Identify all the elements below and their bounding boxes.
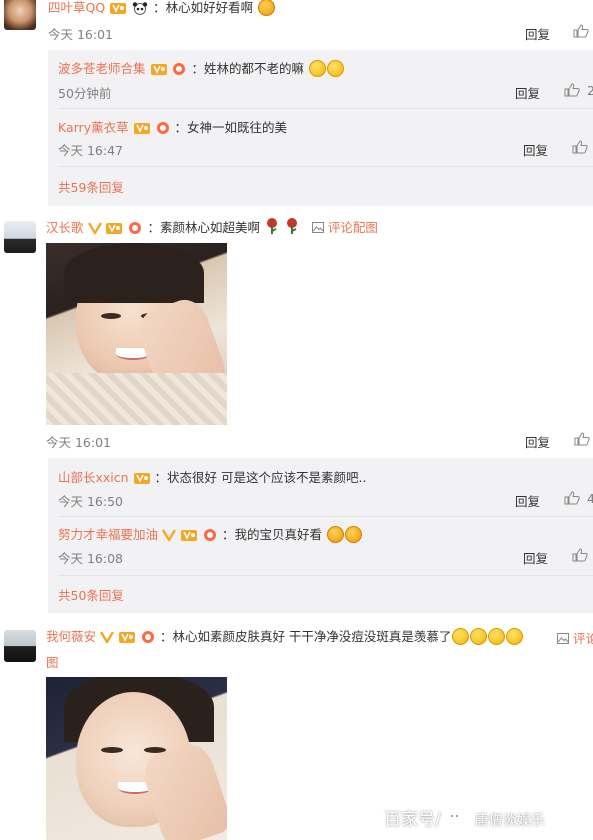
comment-photo[interactable] (46, 243, 227, 425)
reply-text: ：女神一如既往的美 (174, 120, 288, 135)
reply-text: ：我的宝贝真好看 (221, 527, 322, 542)
reply-list: 波多苍老师合集 ：姓林的都不老的嘛 50分钟前 回复 2 Karry薰衣草 ：女… (48, 50, 593, 206)
photo-sweater (46, 373, 227, 425)
divider (58, 575, 593, 576)
avatar[interactable] (4, 221, 36, 253)
comment-picture-label-wrap[interactable]: 图 (46, 652, 59, 671)
image-icon (311, 222, 324, 233)
divider (58, 108, 593, 109)
like-icon[interactable] (572, 548, 588, 565)
level-badge-icon (127, 221, 143, 238)
heart-eyes-emoji-icon (344, 526, 362, 543)
envious-emoji-icon (470, 628, 488, 645)
reply-time: 今天 16:08 (58, 551, 123, 566)
reply-line: 山部长xxicn ：状态很好 可是这个应该不是素颜吧.. (58, 467, 366, 488)
avatar[interactable] (4, 0, 36, 30)
comment-text: ：素颜林心如超美啊 (147, 220, 260, 235)
vip-badge-icon (133, 471, 151, 488)
envious-emoji-icon (488, 628, 506, 645)
divider (58, 516, 593, 517)
like-count: 2 (587, 83, 593, 98)
comment-text: ：林心如素颜皮肤真好 干干净净没痘没斑真是羡慕了 (159, 629, 452, 644)
vip-badge-icon (109, 1, 127, 18)
view-all-replies-link[interactable]: 共59条回复 (58, 177, 124, 196)
like-icon[interactable] (572, 140, 588, 157)
reply-time: 50分钟前 (58, 86, 112, 101)
reply-text: ：姓林的都不老的嘛 (191, 61, 304, 76)
reply-username[interactable]: 波多苍老师合集 (58, 61, 146, 76)
vip-badge-icon (105, 221, 123, 238)
heart-eyes-emoji-icon (258, 0, 276, 16)
laugh-cry-emoji-icon (326, 60, 344, 77)
level-badge-icon (202, 528, 218, 545)
comment-username[interactable]: 汉长歌 (46, 220, 84, 235)
reply-line: Karry薰衣草 ：女神一如既往的美 (58, 117, 287, 138)
image-icon (557, 633, 569, 644)
view-all-replies-link[interactable]: 共50条回复 (58, 585, 124, 604)
watermark-left-text: 百家号/ (384, 810, 441, 830)
comment-line: 汉长歌 ：素颜林心如超美啊 评论配图 (46, 217, 378, 238)
reply-button[interactable]: 回复 (523, 548, 548, 567)
laugh-cry-emoji-icon (308, 60, 326, 77)
reply-text: ：状态很好 可是这个应该不是素颜吧.. (154, 470, 367, 485)
watermark-right-text: 唐僧谈娱乐 (474, 813, 545, 829)
photo-eye (101, 313, 121, 319)
reply-button[interactable]: 回复 (515, 491, 540, 510)
rose-icon (284, 217, 300, 238)
reply-line: 波多苍老师合集 ：姓林的都不老的嘛 (58, 58, 344, 79)
like-count: 4 (587, 491, 593, 506)
level-badge-icon (171, 62, 187, 79)
comment-picture-label: 评论 (572, 631, 593, 646)
wechat-logo-icon (445, 808, 471, 831)
reply-button[interactable]: 回复 (523, 140, 548, 159)
reply-username[interactable]: Karry薰衣草 (58, 120, 129, 135)
reply-button[interactable]: 回复 (525, 24, 550, 43)
rose-icon (264, 217, 280, 238)
like-icon[interactable] (564, 83, 580, 100)
envious-emoji-icon (506, 628, 524, 645)
comment-text: ：林心如好好看啊 (153, 0, 254, 15)
comment-picture-button[interactable]: 评论 (557, 628, 593, 647)
comment-line: 我何薇安 ：林心如素颜皮肤真好 干干净净没痘没斑真是羡慕了 (46, 626, 593, 647)
vip-badge-icon (118, 630, 136, 647)
reply-button[interactable]: 回复 (525, 432, 550, 451)
reply-username[interactable]: 山部长xxicn (58, 470, 129, 485)
watermark: 百家号/ 唐僧谈娱乐 (384, 805, 545, 831)
heart-eyes-emoji-icon (326, 526, 344, 543)
verified-v-icon (99, 630, 115, 647)
reply-time: 今天 16:50 (58, 494, 123, 509)
comment-picture-label: 评论配图 (327, 220, 378, 235)
comment-line: 四叶草QQ ：林心如好好看啊 (48, 0, 276, 18)
comment-time: 今天 16:01 (46, 435, 111, 450)
reply-time: 今天 16:47 (58, 143, 123, 158)
envious-emoji-icon (452, 628, 470, 645)
divider (58, 166, 593, 167)
comment-picture-button[interactable]: 评论配图 (311, 220, 378, 235)
vip-badge-icon (133, 121, 151, 138)
avatar[interactable] (4, 630, 36, 662)
photo-hair (64, 243, 204, 303)
comment-username[interactable]: 我何薇安 (46, 629, 96, 644)
like-icon[interactable] (574, 432, 590, 449)
comment-username[interactable]: 四叶草QQ (48, 0, 105, 15)
level-badge-icon (155, 121, 171, 138)
reply-list: 山部长xxicn ：状态很好 可是这个应该不是素颜吧.. 今天 16:50 回复… (48, 458, 593, 613)
reply-button[interactable]: 回复 (515, 83, 540, 102)
comment-time: 今天 16:01 (48, 27, 113, 42)
vip-badge-icon (150, 62, 168, 79)
like-icon[interactable] (564, 491, 580, 508)
vip-badge-icon (180, 528, 198, 545)
verified-v-icon (161, 528, 177, 545)
reply-line: 努力才幸福要加油 ：我的宝贝真好看 (58, 524, 362, 545)
like-icon[interactable] (573, 24, 589, 41)
verified-v-icon (87, 221, 102, 238)
level-badge-icon (140, 630, 156, 647)
photo-eye (101, 747, 123, 753)
reply-username[interactable]: 努力才幸福要加油 (58, 527, 158, 542)
comment-photo[interactable] (46, 677, 227, 840)
panda-icon (131, 1, 149, 18)
